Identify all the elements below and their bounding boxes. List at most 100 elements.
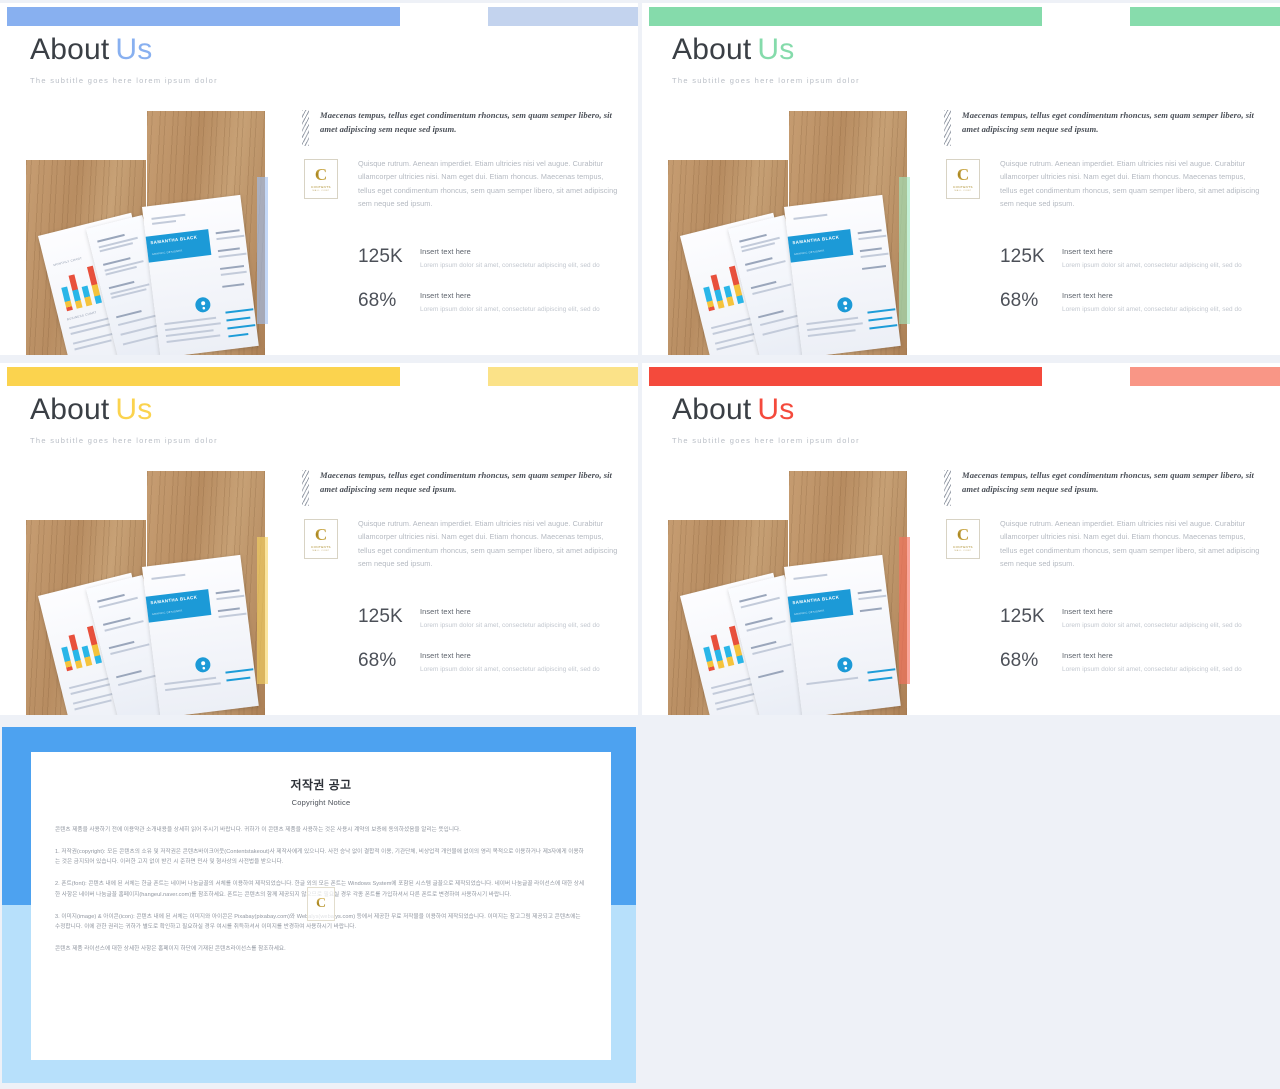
logo-letter: C	[956, 164, 970, 184]
stat-row: 68% Insert text here Lorem ipsum dolor s…	[942, 651, 1264, 675]
title-accent-text: Us	[115, 33, 153, 66]
resume-document: SAMANTHA BLACK GRAPHIC DESIGNER	[142, 554, 259, 715]
content-column: Maecenas tempus, tellus eget condimentum…	[300, 468, 622, 675]
page-subtitle: The subtitle goes here lorem ipsum dolor	[672, 436, 860, 445]
title-accent-text: Us	[757, 33, 795, 66]
stat-value: 68%	[1000, 289, 1039, 311]
slide-blue[interactable]: About Us The subtitle goes here lorem ips…	[0, 3, 638, 355]
resume-role: GRAPHIC DESIGNER	[151, 249, 183, 257]
resume-name-banner: SAMANTHA BLACK GRAPHIC DESIGNER	[787, 589, 854, 623]
empty-canvas-area	[642, 727, 1280, 1089]
resume-name-banner: SAMANTHA BLACK GRAPHIC DESIGNER	[145, 589, 212, 623]
watermark-logo: C	[307, 887, 335, 921]
stat-value: 125K	[358, 245, 403, 267]
stat-row: 68% Insert text here Lorem ipsum dolor s…	[300, 651, 622, 675]
logo-name: CONTENTS	[311, 544, 331, 549]
slide-red[interactable]: About Us The subtitle goes here lorem ips…	[642, 363, 1280, 715]
header-accent-bar	[7, 7, 400, 26]
slide-green[interactable]: About Us The subtitle goes here lorem ips…	[642, 3, 1280, 355]
photo-accent-strip	[899, 537, 910, 684]
stat-heading: Insert text here	[1062, 650, 1113, 660]
title-accent-text: Us	[757, 393, 795, 426]
header-accent-bar-secondary	[1130, 367, 1280, 386]
stat-row: 68% Insert text here Lorem ipsum dolor s…	[942, 291, 1264, 315]
hatch-divider-icon	[944, 110, 951, 146]
page-title: About Us	[672, 393, 860, 426]
resume-name: SAMANTHA BLACK	[150, 594, 198, 606]
copyright-paragraph: 1. 저작권(copyright): 모든 콘텐츠의 소유 및 저작권은 콘텐츠…	[55, 848, 584, 866]
copyright-paragraph: 콘텐츠 제품을 사용하기 전에 이용약관 소개내용을 상세히 읽어 주시기 바랍…	[55, 827, 461, 833]
body-with-logo: C CONTENTS MALL CORP Quisque rutrum. Aen…	[300, 517, 622, 587]
slide-deck-board: About Us The subtitle goes here lorem ips…	[0, 0, 1280, 1089]
header-accent-bar	[7, 367, 400, 386]
office-desk-photo: SAMANTHA BLACK GRAPHIC DESIGNER	[0, 471, 268, 715]
stat-row: 68% Insert text here Lorem ipsum dolor s…	[300, 291, 622, 315]
body-with-logo: C CONTENTS MALL CORP Quisque rutrum. Aen…	[942, 517, 1264, 587]
title-block: About Us The subtitle goes here lorem ips…	[30, 393, 218, 445]
page-subtitle: The subtitle goes here lorem ipsum dolor	[672, 76, 860, 85]
logo-name: CONTENTS	[953, 544, 973, 549]
page-subtitle: The subtitle goes here lorem ipsum dolor	[30, 436, 218, 445]
stat-heading: Insert text here	[420, 246, 471, 256]
body-paragraph: Quisque rutrum. Aenean imperdiet. Etiam …	[358, 518, 618, 568]
brand-logo: C CONTENTS MALL CORP	[946, 518, 980, 559]
stat-description: Lorem ipsum dolor sit amet, consectetur …	[1062, 665, 1242, 673]
logo-letter: C	[956, 524, 970, 544]
logo-tagline: MALL CORP	[954, 549, 972, 552]
office-desk-photo: MONTHLY CHART BUSINESS CHART SAMANTHA BL…	[0, 111, 268, 355]
header-accent-bar-secondary	[488, 367, 638, 386]
copyright-body: C 콘텐츠 제품을 사용하기 전에 이용약관 소개내용을 상세히 읽어 주시기 …	[31, 825, 611, 955]
stat-value: 68%	[358, 289, 397, 311]
logo-letter: C	[314, 164, 328, 184]
title-accent-text: Us	[115, 393, 153, 426]
header-accent-bar-secondary	[1130, 7, 1280, 26]
page-title: About Us	[30, 33, 218, 66]
resume-role: GRAPHIC DESIGNER	[793, 609, 825, 617]
logo-tagline: MALL CORP	[312, 549, 330, 552]
quote-block: Maecenas tempus, tellus eget condimentum…	[300, 108, 622, 146]
hatch-divider-icon	[944, 470, 951, 506]
slide-copyright-notice[interactable]: 저작권 공고 Copyright Notice C 콘텐츠 제품을 사용하기 전…	[0, 727, 638, 1089]
logo-tagline: MALL CORP	[312, 189, 330, 192]
content-column: Maecenas tempus, tellus eget condimentum…	[300, 108, 622, 315]
body-paragraph: Quisque rutrum. Aenean imperdiet. Etiam …	[358, 158, 618, 208]
logo-name: CONTENTS	[953, 184, 973, 189]
header-accent-bar-secondary	[488, 7, 638, 26]
stat-description: Lorem ipsum dolor sit amet, consectetur …	[1062, 261, 1242, 269]
brand-logo: C CONTENTS MALL CORP	[946, 158, 980, 199]
photo-accent-strip	[899, 177, 910, 324]
title-main-text: About	[672, 393, 752, 426]
title-block: About Us The subtitle goes here lorem ips…	[30, 33, 218, 85]
resume-role: GRAPHIC DESIGNER	[151, 609, 183, 617]
photo-accent-strip	[257, 177, 268, 324]
copyright-heading-en: Copyright Notice	[291, 798, 351, 807]
office-desk-photo: SAMANTHA BLACK GRAPHIC DESIGNER	[642, 111, 910, 355]
logo-letter: C	[314, 524, 328, 544]
stat-value: 68%	[1000, 649, 1039, 671]
stat-value: 68%	[358, 649, 397, 671]
stat-description: Lorem ipsum dolor sit amet, consectetur …	[420, 665, 600, 673]
stat-value: 125K	[1000, 605, 1045, 627]
title-block: About Us The subtitle goes here lorem ips…	[672, 393, 860, 445]
slide-yellow[interactable]: About Us The subtitle goes here lorem ips…	[0, 363, 638, 715]
chart-caption-bottom: BUSINESS CHART	[66, 310, 98, 322]
stat-heading: Insert text here	[1062, 290, 1113, 300]
lead-quote: Maecenas tempus, tellus eget condimentum…	[320, 470, 612, 495]
stat-heading: Insert text here	[420, 290, 471, 300]
resume-name-banner: SAMANTHA BLACK GRAPHIC DESIGNER	[145, 229, 212, 263]
profile-photo-placeholder	[836, 296, 854, 314]
resume-document: SAMANTHA BLACK GRAPHIC DESIGNER	[784, 194, 901, 355]
logo-tagline: MALL CORP	[954, 189, 972, 192]
header-accent-bar	[649, 7, 1042, 26]
photo-accent-strip	[257, 537, 268, 684]
resume-role: GRAPHIC DESIGNER	[793, 249, 825, 257]
stat-description: Lorem ipsum dolor sit amet, consectetur …	[420, 621, 600, 629]
title-block: About Us The subtitle goes here lorem ips…	[672, 33, 860, 85]
copyright-sheet: 저작권 공고 Copyright Notice C 콘텐츠 제품을 사용하기 전…	[31, 752, 611, 1060]
content-column: Maecenas tempus, tellus eget condimentum…	[942, 468, 1264, 675]
watermark-letter: C	[315, 896, 327, 911]
hatch-divider-icon	[302, 470, 309, 506]
office-desk-photo: SAMANTHA BLACK GRAPHIC DESIGNER	[642, 471, 910, 715]
lead-quote: Maecenas tempus, tellus eget condimentum…	[962, 470, 1254, 495]
profile-photo-placeholder	[836, 656, 854, 674]
